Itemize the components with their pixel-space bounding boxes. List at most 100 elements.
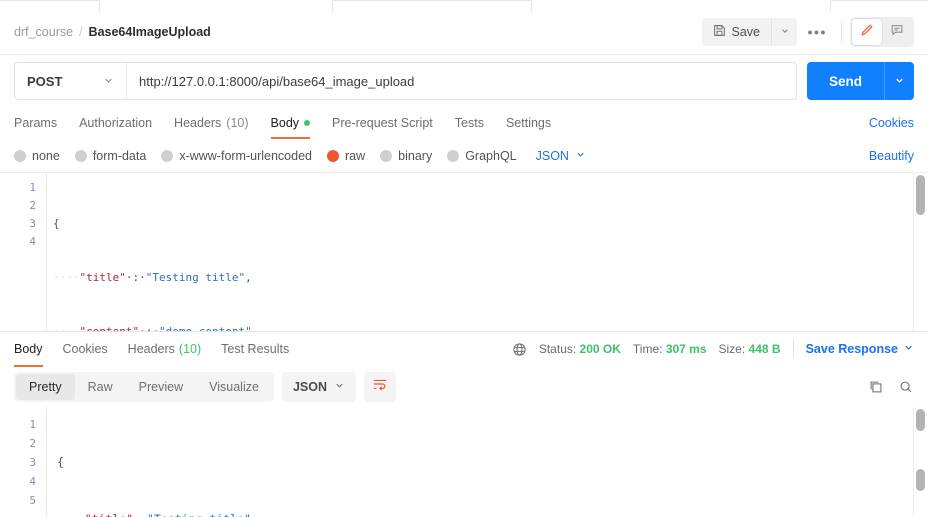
- request-tabs: Params Authorization Headers (10) Body P…: [0, 107, 928, 139]
- response-format-select[interactable]: JSON: [281, 371, 356, 402]
- chevron-down-icon: [903, 342, 914, 356]
- radio-selected-icon: [327, 149, 339, 162]
- breadcrumb-request-name[interactable]: Base64ImageUpload: [89, 25, 211, 39]
- ellipsis-icon: ●●●: [807, 26, 827, 37]
- chevron-down-icon: [575, 149, 586, 163]
- save-button-group: Save: [701, 17, 797, 46]
- word-wrap-button[interactable]: [364, 371, 396, 402]
- tab-authorization[interactable]: Authorization: [68, 107, 163, 139]
- line-number: 5: [29, 493, 36, 507]
- time-field: Time: 307 ms: [633, 342, 707, 356]
- tab-ghost-center[interactable]: [332, 0, 532, 12]
- tab-body-label: Body: [270, 116, 300, 130]
- send-button[interactable]: Send: [806, 62, 884, 100]
- view-preview[interactable]: Preview: [126, 374, 196, 400]
- json-comma: ,: [245, 271, 252, 284]
- tab-pre-request-script-label: Pre-request Script: [332, 116, 433, 130]
- response-tab-cookies[interactable]: Cookies: [53, 332, 118, 367]
- status-divider: [792, 340, 794, 359]
- save-button[interactable]: Save: [701, 17, 771, 46]
- http-method-select[interactable]: POST: [15, 63, 127, 99]
- body-type-urlencoded[interactable]: x-www-form-urlencoded: [161, 149, 312, 163]
- request-tab-strip: [0, 0, 928, 12]
- line-number: 1: [29, 417, 36, 431]
- globe-icon: [512, 342, 527, 357]
- send-options-button[interactable]: [884, 62, 914, 100]
- body-type-form-data[interactable]: form-data: [74, 149, 146, 163]
- response-tab-body[interactable]: Body: [14, 332, 53, 367]
- response-tab-body-label: Body: [14, 342, 43, 357]
- chevron-down-icon: [103, 74, 114, 89]
- response-body-viewer[interactable]: 1 2 3 4 5 { "title": "Testing title", "c…: [0, 406, 928, 517]
- radio-icon: [161, 149, 174, 162]
- tab-headers-label: Headers: [174, 116, 222, 130]
- code-line-2: ····"title"·:·"Testing title",: [53, 271, 252, 284]
- response-scrollbar-thumb-bottom[interactable]: [916, 468, 925, 491]
- body-type-binary-label: binary: [398, 148, 433, 163]
- breadcrumb-collection[interactable]: drf_course: [14, 25, 73, 39]
- word-wrap-icon: [372, 376, 388, 397]
- response-scrollbar-thumb-top[interactable]: [916, 408, 925, 431]
- request-scrollbar-track[interactable]: [913, 173, 928, 331]
- tab-headers[interactable]: Headers (10): [163, 107, 259, 139]
- status-label: Status:: [538, 342, 577, 357]
- save-options-button[interactable]: [771, 17, 797, 46]
- comment-icon: [890, 23, 904, 40]
- copy-button[interactable]: [868, 379, 884, 395]
- tab-ghost-left[interactable]: [0, 0, 100, 12]
- cookies-link[interactable]: Cookies: [869, 107, 914, 139]
- body-type-none[interactable]: none: [14, 149, 60, 163]
- response-tab-headers[interactable]: Headers (10): [118, 332, 211, 367]
- response-view-switch: Pretty Raw Preview Visualize: [14, 371, 274, 402]
- body-type-none-label: none: [32, 148, 60, 163]
- line-number: 4: [29, 474, 36, 488]
- json-comma: ,: [251, 512, 258, 517]
- tab-body[interactable]: Body: [260, 107, 322, 139]
- chevron-down-icon: [894, 74, 905, 89]
- view-raw[interactable]: Raw: [75, 374, 126, 400]
- request-line-numbers: 1 2 3 4: [0, 173, 46, 331]
- tab-params[interactable]: Params: [14, 107, 68, 139]
- edit-mode-button[interactable]: [852, 18, 882, 45]
- beautify-link[interactable]: Beautify: [869, 149, 914, 163]
- request-body-editor[interactable]: 1 2 3 4 { ····"title"·:·"Testing title",…: [0, 173, 928, 331]
- request-scrollbar-thumb[interactable]: [916, 175, 925, 215]
- tab-authorization-label: Authorization: [79, 116, 153, 130]
- save-response-button[interactable]: Save Response: [806, 342, 914, 356]
- floppy-disk-icon: [713, 24, 726, 40]
- tab-settings[interactable]: Settings: [495, 107, 562, 139]
- search-button[interactable]: [898, 379, 914, 395]
- body-type-row: none form-data x-www-form-urlencoded raw…: [0, 139, 928, 173]
- response-header: Body Cookies Headers (10) Test Results S…: [0, 330, 928, 367]
- body-type-graphql[interactable]: GraphQL: [447, 149, 517, 163]
- body-modified-dot-icon: [304, 120, 311, 126]
- body-format-select[interactable]: JSON: [536, 149, 586, 163]
- body-type-binary[interactable]: binary: [380, 149, 432, 163]
- view-pretty[interactable]: Pretty: [16, 373, 75, 400]
- more-actions-button[interactable]: ●●●: [801, 18, 833, 46]
- response-scrollbar-track[interactable]: [913, 406, 928, 517]
- request-url-input[interactable]: [127, 63, 796, 99]
- response-line-numbers: 1 2 3 4 5: [0, 407, 46, 517]
- http-method-value: POST: [27, 73, 63, 89]
- header-divider: [841, 20, 842, 43]
- tab-pre-request-script[interactable]: Pre-request Script: [321, 107, 444, 139]
- tab-ghost-right[interactable]: [830, 0, 928, 12]
- request-header: drf_course / Base64ImageUpload Save ●●●: [0, 9, 928, 55]
- radio-icon: [447, 149, 460, 162]
- method-url-group: POST: [14, 62, 797, 100]
- line-number: 3: [29, 455, 36, 469]
- url-bar: POST Send: [0, 55, 928, 107]
- body-type-raw[interactable]: raw: [327, 149, 365, 163]
- response-tab-test-results[interactable]: Test Results: [211, 332, 299, 367]
- tab-settings-label: Settings: [505, 116, 552, 130]
- response-code[interactable]: { "title": "Testing title", "content": "…: [46, 406, 928, 517]
- body-format-value: JSON: [535, 148, 569, 163]
- comment-button[interactable]: [882, 19, 912, 45]
- request-code[interactable]: { ····"title"·:·"Testing title", ····"co…: [46, 173, 928, 331]
- view-visualize[interactable]: Visualize: [196, 374, 272, 400]
- status-value: 200 OK: [579, 342, 621, 357]
- tab-tests[interactable]: Tests: [444, 107, 495, 139]
- view-mode-toggle: [850, 16, 914, 47]
- radio-icon: [380, 149, 393, 162]
